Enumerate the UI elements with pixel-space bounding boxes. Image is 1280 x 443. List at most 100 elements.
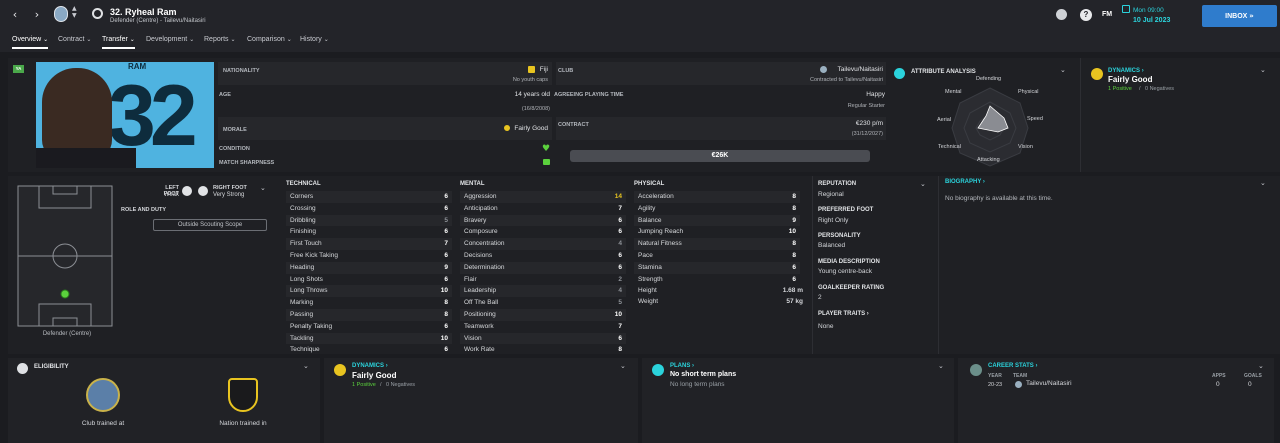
mental-row[interactable]: Leadership 4 — [460, 285, 626, 298]
club-crest-icon[interactable] — [54, 6, 68, 22]
dynamics-title[interactable]: DYNAMICS › — [1108, 68, 1144, 74]
football-icon[interactable] — [1056, 9, 1067, 20]
technical-name: First Touch — [290, 240, 322, 248]
physical-row[interactable]: Acceleration 8 — [634, 191, 800, 203]
physical-row[interactable]: Pace 8 — [634, 250, 800, 262]
chevron-down-icon[interactable]: ⌄ — [303, 362, 309, 370]
calendar-icon[interactable] — [1122, 5, 1130, 13]
tab-transfer[interactable]: Transfer ⌄ — [102, 36, 135, 49]
club-label: CLUB — [558, 68, 574, 74]
chevron-down-icon[interactable]: ⌄ — [1060, 66, 1066, 74]
physical-row[interactable]: Strength 6 — [634, 274, 800, 286]
tab-label: Overview — [12, 36, 42, 43]
technical-row[interactable]: Passing 8 — [286, 309, 452, 321]
mental-value: 7 — [618, 204, 622, 212]
search-icon[interactable] — [92, 8, 103, 19]
physical-name: Jumping Reach — [638, 228, 684, 236]
physical-row[interactable]: Jumping Reach 10 — [634, 226, 800, 238]
age-label: AGE — [219, 92, 231, 98]
technical-row[interactable]: Crossing 6 — [286, 203, 452, 215]
career-team[interactable]: Tailevu/Naitasiri — [1026, 380, 1072, 387]
forward-icon: › — [34, 8, 40, 21]
technical-row[interactable]: Free Kick Taking 6 — [286, 250, 452, 262]
technical-value: 8 — [444, 299, 448, 307]
technical-row[interactable]: Dribbling 5 — [286, 214, 452, 227]
technical-name: Crossing — [290, 204, 316, 212]
help-icon[interactable]: ? — [1080, 9, 1092, 21]
radar-label-speed: Speed — [1027, 116, 1043, 122]
mental-row[interactable]: Anticipation 7 — [460, 203, 626, 215]
plans-title[interactable]: PLANS › — [670, 363, 694, 369]
chevron-down-icon[interactable]: ⌄ — [260, 184, 266, 192]
chevron-down-icon[interactable]: ⌄ — [938, 362, 944, 370]
mental-row[interactable]: Decisions 6 — [460, 250, 626, 262]
physical-row[interactable]: Natural Fitness 8 — [634, 238, 800, 250]
contract-expiry: (31/12/2027) — [851, 131, 883, 137]
fm-menu-button[interactable]: FM — [1102, 11, 1112, 18]
chevron-right-icon: › — [692, 363, 695, 369]
club-switch-icon[interactable]: ▲ ▼ — [72, 5, 77, 19]
mental-row[interactable]: Determination 6 — [460, 261, 626, 274]
height-value: 1.68 m — [782, 287, 803, 294]
career-icon — [970, 364, 982, 376]
mental-row[interactable]: Aggression 14 — [460, 191, 626, 203]
radar-label-defending: Defending — [976, 76, 1002, 82]
role-button[interactable]: Outside Scouting Scope — [153, 219, 267, 231]
career-stats-title[interactable]: CAREER STATS › — [988, 363, 1037, 369]
biography-title[interactable]: BIOGRAPHY › — [945, 179, 985, 185]
mental-row[interactable]: Off The Ball 5 — [460, 297, 626, 309]
back-icon: ‹ — [12, 8, 18, 21]
mental-row[interactable]: Bravery 6 — [460, 214, 626, 227]
radar-label-vision: Vision — [1018, 144, 1033, 150]
physical-value: 8 — [792, 240, 796, 248]
technical-row[interactable]: Long Shots 6 — [286, 274, 452, 286]
technical-row[interactable]: Finishing 6 — [286, 226, 452, 238]
mental-row[interactable]: Flair 2 — [460, 274, 626, 286]
tab-history[interactable]: History ⌄ — [300, 36, 329, 47]
analysis-icon — [894, 68, 905, 79]
tab-label: Comparison — [247, 36, 285, 43]
mental-row[interactable]: Work Rate 8 — [460, 344, 626, 356]
inbox-button[interactable]: INBOX » — [1202, 5, 1277, 27]
forward-button[interactable]: › — [30, 8, 44, 22]
physical-row[interactable]: Balance 9 — [634, 214, 800, 227]
chevron-down-icon[interactable]: ⌄ — [1258, 362, 1264, 370]
physical-row[interactable]: Stamina 6 — [634, 261, 800, 274]
tab-development[interactable]: Development ⌄ — [146, 36, 194, 47]
technical-row[interactable]: Marking 8 — [286, 297, 452, 309]
playing-time-label: AGREEING PLAYING TIME — [554, 92, 624, 98]
back-button[interactable]: ‹ — [8, 8, 22, 22]
physical-row[interactable]: Agility 8 — [634, 203, 800, 215]
chevron-down-icon[interactable]: ⌄ — [1260, 66, 1266, 74]
mental-row[interactable]: Vision 6 — [460, 332, 626, 345]
physical-value: 9 — [792, 216, 796, 224]
tab-contract[interactable]: Contract ⌄ — [58, 36, 91, 47]
mental-row[interactable]: Teamwork 7 — [460, 321, 626, 333]
technical-row[interactable]: Penalty Taking 6 — [286, 321, 452, 333]
technical-row[interactable]: Tackling 10 — [286, 332, 452, 345]
chevron-down-icon[interactable]: ⌄ — [1260, 179, 1266, 187]
technical-row[interactable]: First Touch 7 — [286, 238, 452, 250]
tab-reports[interactable]: Reports ⌄ — [204, 36, 236, 47]
divider — [938, 176, 939, 354]
mental-row[interactable]: Composure 6 — [460, 226, 626, 238]
chevron-down-icon[interactable]: ⌄ — [620, 362, 626, 370]
mental-row[interactable]: Positioning 10 — [460, 309, 626, 321]
technical-row[interactable]: Corners 6 — [286, 191, 452, 203]
technical-row[interactable]: Heading 9 — [286, 261, 452, 274]
tab-label: Development — [146, 36, 188, 43]
tab-overview[interactable]: Overview ⌄ — [12, 36, 49, 49]
mental-row[interactable]: Concentration 4 — [460, 238, 626, 250]
tab-comparison[interactable]: Comparison ⌄ — [247, 36, 292, 47]
weight-value: 57 kg — [786, 298, 803, 305]
mental-value: 6 — [618, 228, 622, 236]
technical-row[interactable]: Long Throws 10 — [286, 285, 452, 298]
dynamics-positives: 1 Positive — [352, 382, 376, 388]
dynamics-positives: 1 Positive — [1108, 86, 1132, 92]
chevron-down-icon[interactable]: ⌄ — [920, 180, 926, 188]
player-traits-title[interactable]: PLAYER TRAITS › — [818, 311, 869, 317]
career-stats-card: CAREER STATS › YEAR TEAM APPS GOALS 20-2… — [958, 358, 1274, 443]
technical-row[interactable]: Technique 6 — [286, 344, 452, 356]
club-trained-badge — [86, 378, 120, 412]
dynamics-title[interactable]: DYNAMICS › — [352, 363, 388, 369]
